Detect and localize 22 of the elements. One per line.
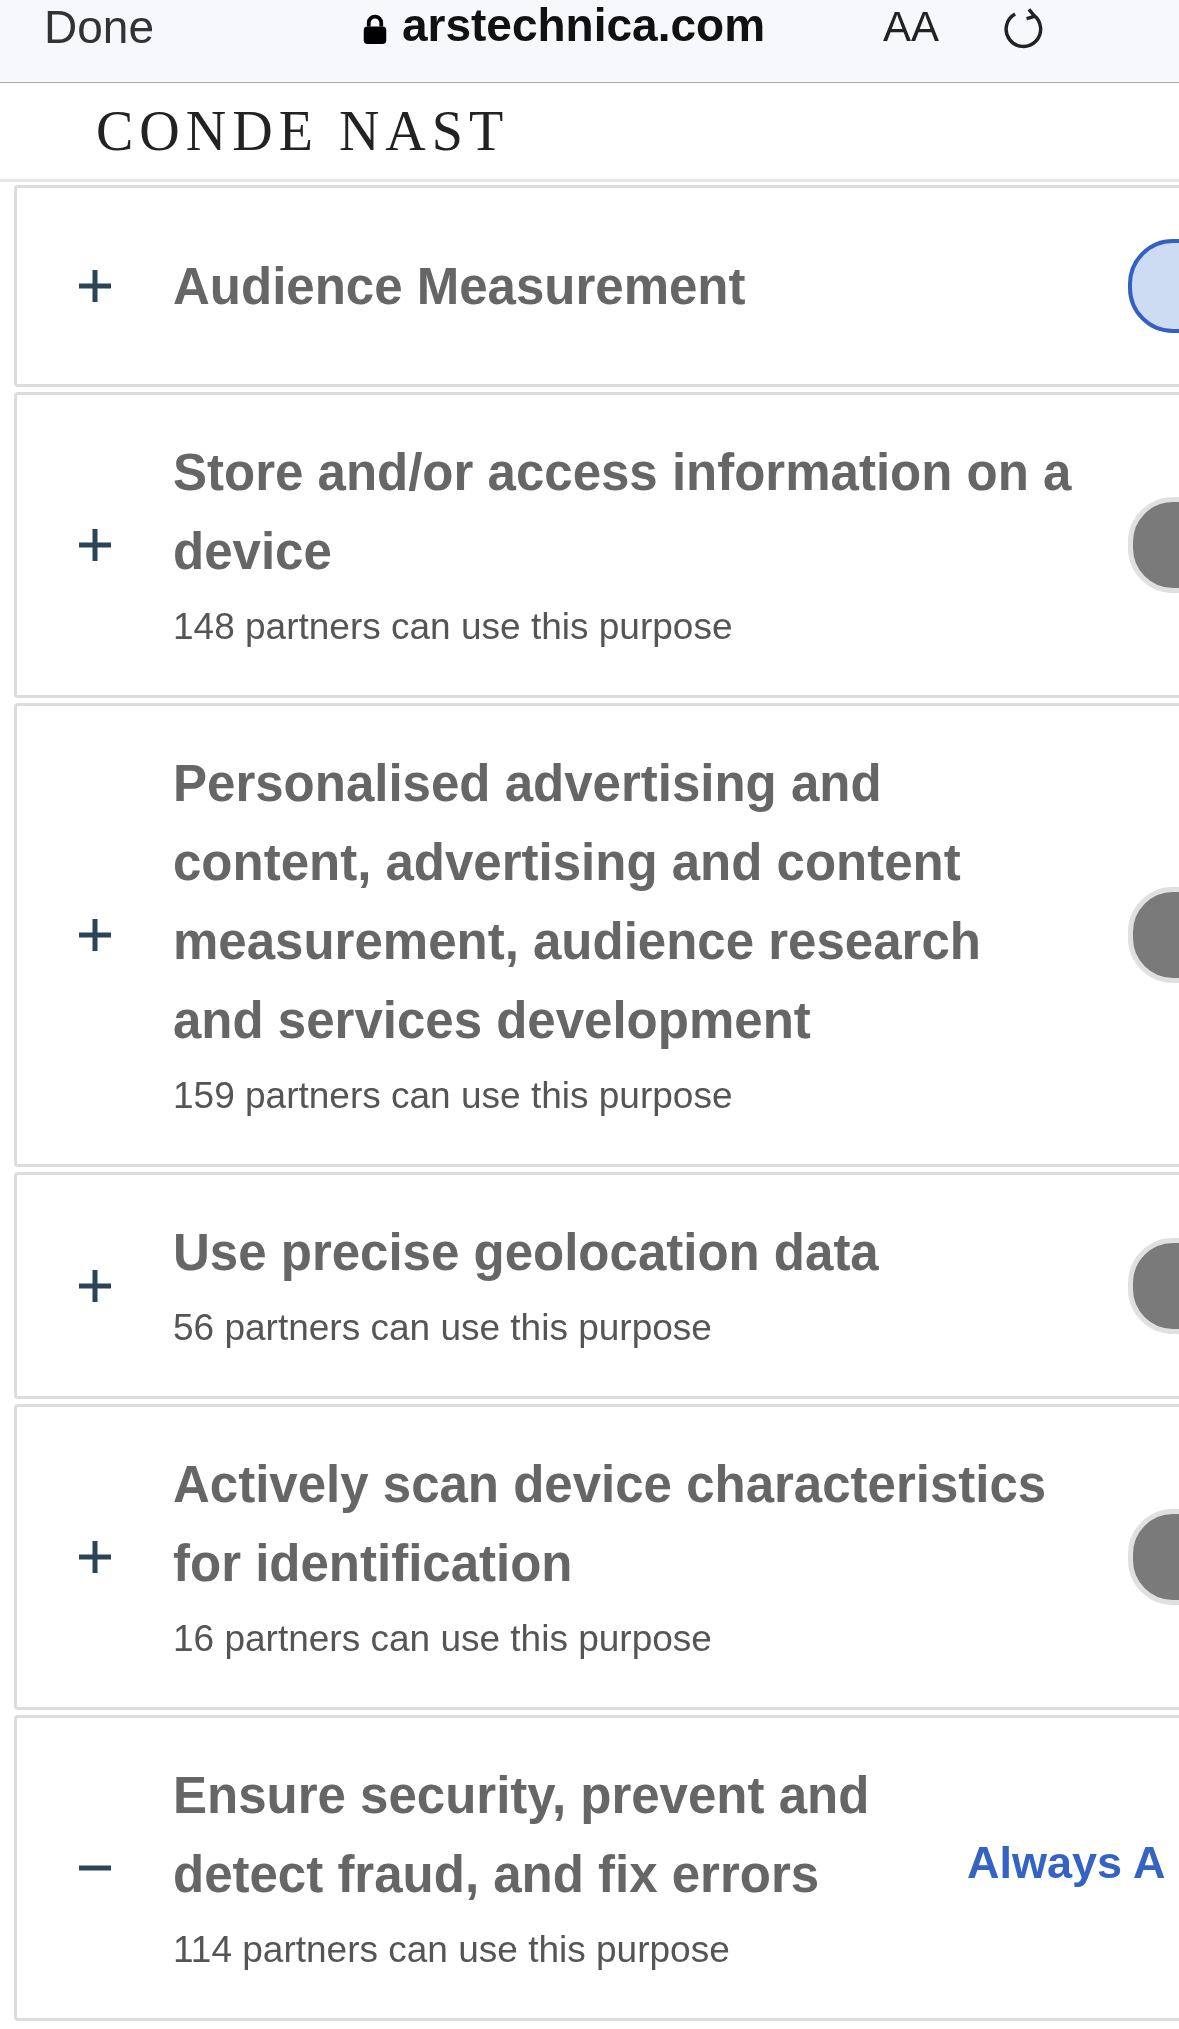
- done-button[interactable]: Done: [44, 4, 154, 50]
- partner-count: 16 partners can use this purpose: [173, 1617, 713, 1661]
- expand-icon[interactable]: [77, 1267, 113, 1304]
- partner-count: 56 partners can use this purpose: [173, 1306, 713, 1350]
- expand-icon[interactable]: [77, 527, 113, 563]
- partner-count: 114 partners can use this purpose: [173, 1928, 731, 1972]
- lock-icon: [361, 14, 388, 44]
- expand-icon[interactable]: [77, 268, 113, 304]
- expand-icon[interactable]: [77, 917, 113, 953]
- purpose-title: Store and/or access information on a device: [173, 443, 1073, 582]
- purpose-title: Actively scan device characteristics for identification: [173, 1455, 1048, 1594]
- expand-icon[interactable]: [77, 1539, 113, 1575]
- logo-text: CONDE NAST: [96, 103, 510, 159]
- always-active-label: Always A: [967, 1837, 1166, 1889]
- purpose-title: Audience Measurement: [173, 256, 747, 317]
- purpose-title: Ensure security, prevent and detect fraud, and fix errors: [173, 1766, 871, 1905]
- text-size-button[interactable]: AA: [883, 6, 940, 48]
- purpose-title: Personalised advertising and content, advertising and content measurement, audience research and services development: [173, 754, 982, 1051]
- partner-count: 159 partners can use this purpose: [173, 1074, 734, 1118]
- collapse-icon[interactable]: [77, 1865, 113, 1871]
- partner-count: 148 partners can use this purpose: [173, 605, 734, 649]
- purpose-title: Use precise geolocation data: [173, 1223, 880, 1283]
